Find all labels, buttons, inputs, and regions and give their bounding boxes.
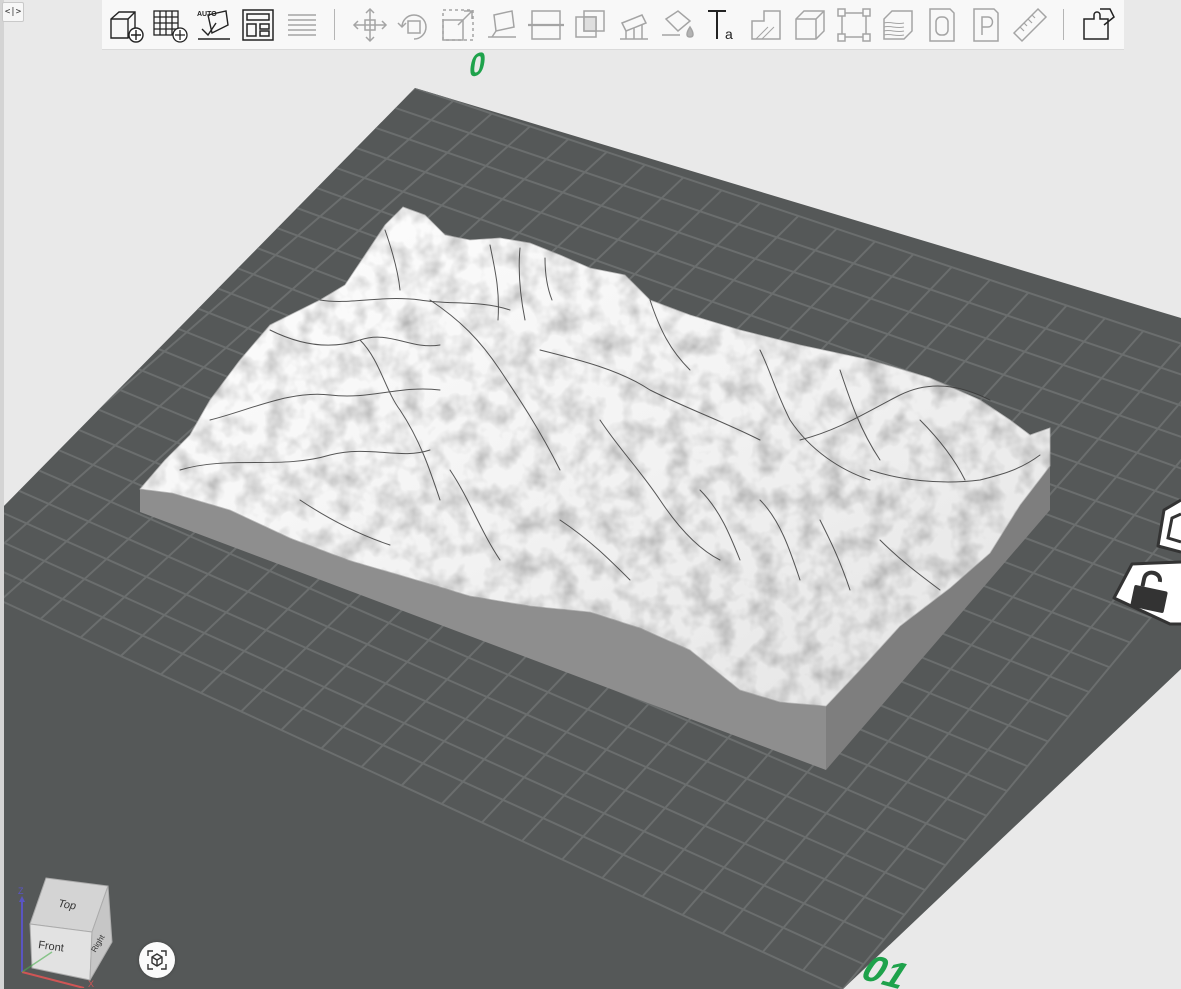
lay-flat-icon[interactable] [482, 5, 522, 45]
layout-icon[interactable] [238, 5, 278, 45]
lock-icon[interactable] [1110, 558, 1181, 628]
add-model-icon[interactable] [106, 5, 146, 45]
plate-icon[interactable] [1152, 496, 1181, 556]
3d-viewport[interactable]: 0 01 <|> AUTO a Top Front Right Z X [0, 0, 1181, 989]
fit-view-icon [147, 950, 167, 970]
main-toolbar: AUTO a [102, 0, 1124, 50]
rotate-icon[interactable] [394, 5, 434, 45]
box-icon[interactable] [790, 5, 830, 45]
add-grid-icon[interactable] [150, 5, 190, 45]
color-paint-icon[interactable] [658, 5, 698, 45]
view-cube[interactable]: Top Front Right Z X [8, 868, 128, 988]
build-plate-scene[interactable]: 0 01 [0, 0, 1181, 989]
list-icon[interactable] [282, 5, 322, 45]
measure-icon[interactable] [1010, 5, 1050, 45]
cut-icon[interactable] [526, 5, 566, 45]
auto-badge: AUTO [197, 11, 217, 18]
fit-view-button[interactable] [139, 942, 175, 978]
panel-collapse-toggle[interactable]: <|> [2, 2, 24, 22]
scale-icon[interactable] [438, 5, 478, 45]
assembly-icon[interactable] [1078, 5, 1118, 45]
toolbar-separator [1063, 9, 1064, 40]
bounding-box-icon[interactable] [834, 5, 874, 45]
move-icon[interactable] [350, 5, 390, 45]
toolbar-separator [334, 9, 335, 40]
boolean-icon[interactable] [570, 5, 610, 45]
object-icon[interactable] [922, 5, 962, 45]
text-icon[interactable]: a [702, 5, 742, 45]
part-icon[interactable] [966, 5, 1006, 45]
auto-orient-icon[interactable]: AUTO [194, 5, 234, 45]
layers-icon[interactable] [878, 5, 918, 45]
support-paint-icon[interactable] [614, 5, 654, 45]
variable-height-icon[interactable] [746, 5, 786, 45]
x-axis-label: X [88, 979, 94, 988]
svg-text:a: a [725, 26, 733, 42]
z-axis-label: Z [18, 886, 24, 896]
left-panel-edge [0, 0, 4, 989]
